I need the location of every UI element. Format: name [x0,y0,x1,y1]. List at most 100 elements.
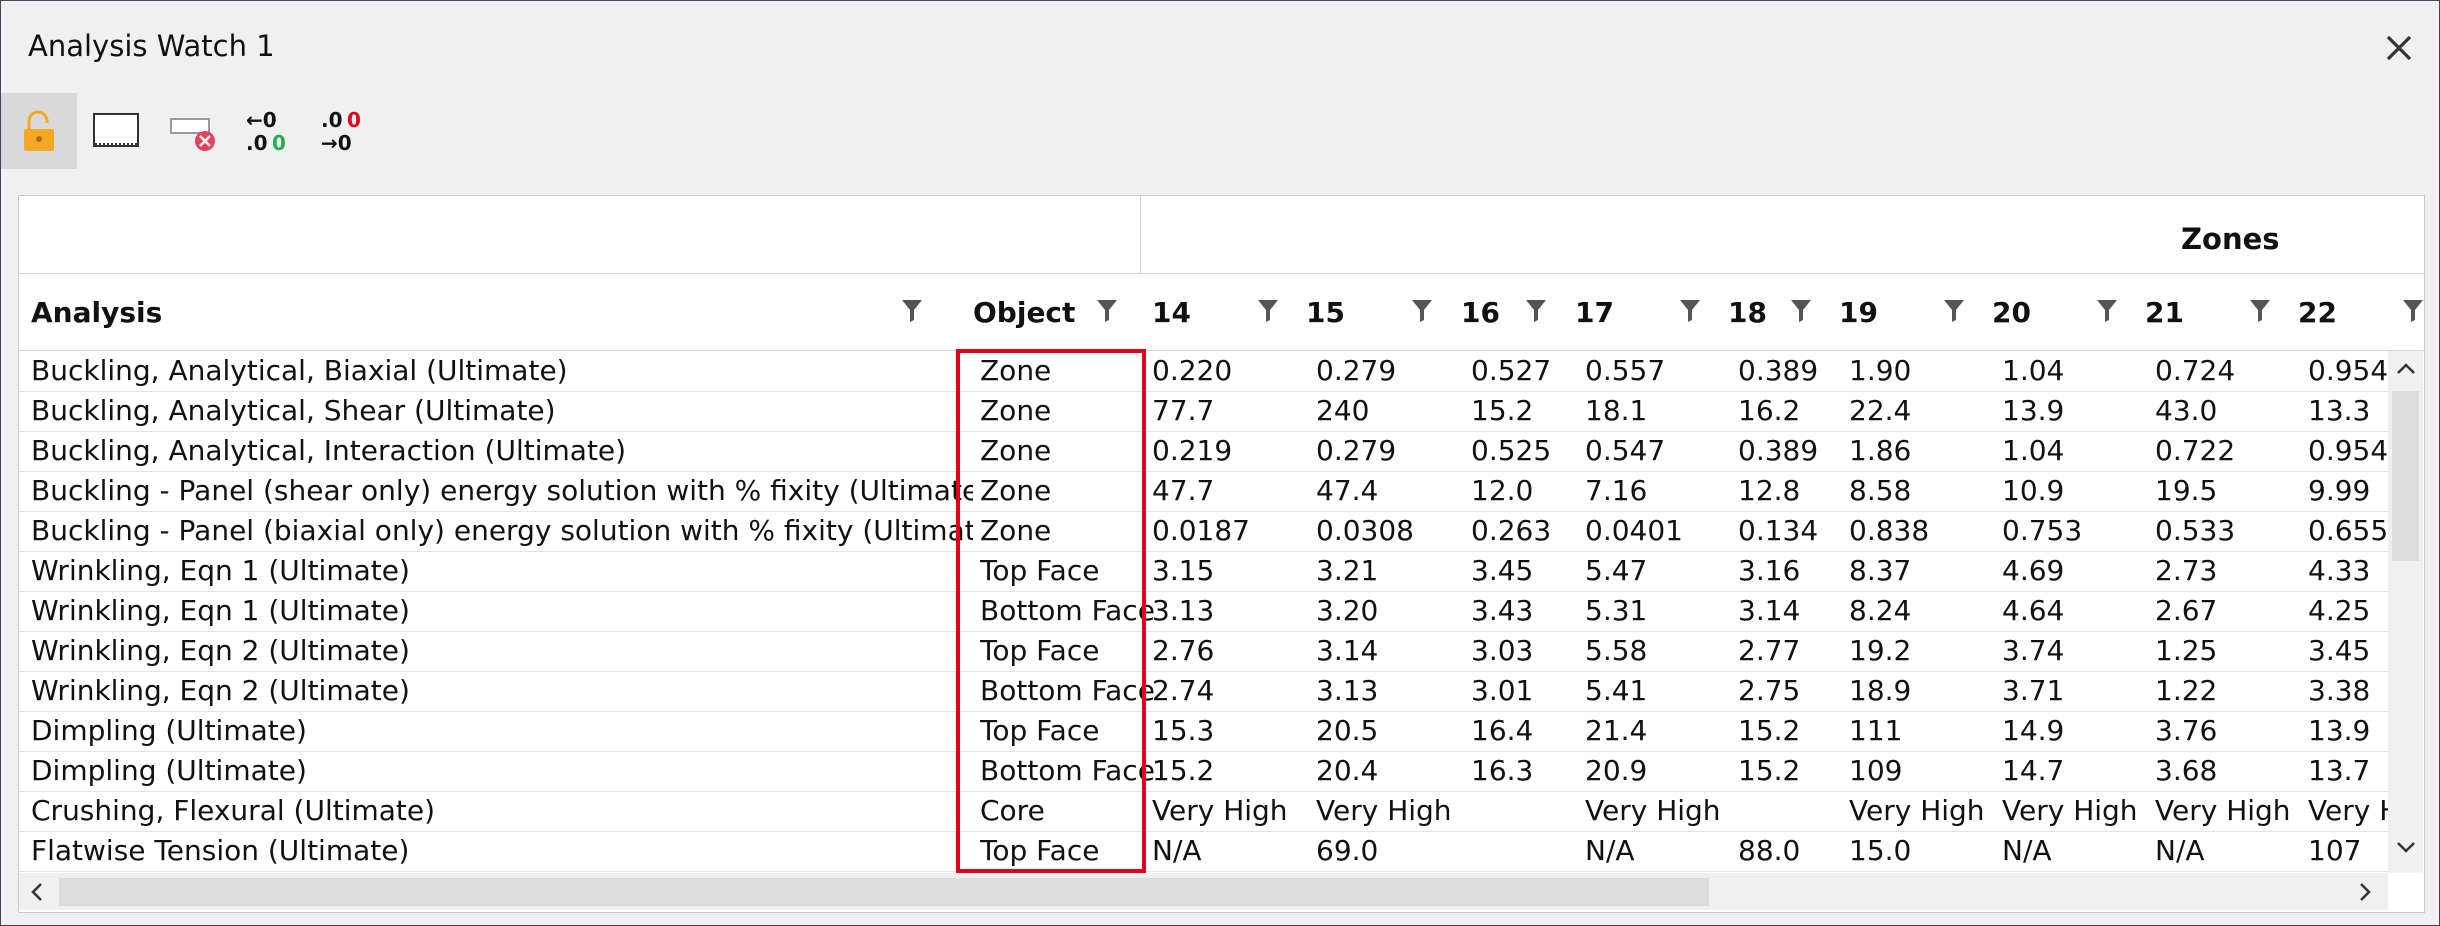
zone-value-cell: 111 [1849,714,1903,747]
table-row[interactable]: Crushing, Flexural (Ultimate) Core Very Hi… [19,791,2389,832]
zone-value-cell: 12.0 [1471,474,1534,507]
table-row[interactable]: Dimpling (Ultimate) Top Face 15.3 20.5 16.4 2… [19,711,2389,752]
filter-icon[interactable] [1790,298,1812,324]
increase-decimals-button[interactable]: .0 0 →0 [304,93,380,169]
zone-value-cell: 15.0 [1849,834,1912,867]
decrease-decimals-button[interactable]: ←0 .0 0 [229,93,305,169]
zone-value-cell: 19.2 [1849,634,1912,667]
column-header-label: 22 [2298,296,2337,329]
zone-value-cell: 0.954 [2308,354,2389,387]
horizontal-scrollbar[interactable] [19,873,2388,910]
zone-value-cell: 0.724 [2155,354,2236,387]
zone-value-cell: 14.7 [2002,754,2065,787]
zone-value-cell: 15.2 [1471,394,1534,427]
table-row[interactable]: Dimpling (Ultimate) Bottom Face 15.2 20.4 16… [19,751,2389,792]
scroll-down-icon[interactable] [2394,835,2418,859]
zone-value-cell: 2.75 [1738,674,1801,707]
filter-icon[interactable] [2096,298,2118,324]
table-row[interactable]: Buckling, Analytical, Biaxial (Ultimate)… [19,351,2389,392]
zone-value-cell: 20.9 [1585,754,1648,787]
zone-value-cell: 2.73 [2155,554,2218,587]
analysis-cell: Wrinkling, Eqn 2 (Ultimate) [31,674,410,707]
zone-value-cell: 5.47 [1585,554,1648,587]
zone-value-cell: 13.9 [2308,714,2371,747]
zone-value-cell: 1.04 [2002,354,2065,387]
zone-value-cell: 1.90 [1849,354,1912,387]
analysis-cell: Dimpling (Ultimate) [31,714,307,747]
increase-decimals-icon: .0 0 →0 [321,108,361,155]
zone-value-cell: 18.9 [1849,674,1912,707]
zone-value-cell: 3.01 [1471,674,1534,707]
zone-value-cell: 7.16 [1585,474,1648,507]
zone-value-cell: 4.64 [2002,594,2065,627]
column-header-analysis[interactable]: Analysis [19,274,961,350]
column-header-label: 14 [1152,296,1191,329]
table-row[interactable]: Flatwise Tension (Ultimate) Top Face N/A 69… [19,831,2389,872]
table-row[interactable]: Wrinkling, Eqn 1 (Ultimate) Top Face 3.15 3… [19,551,2389,592]
filter-icon[interactable] [901,298,923,324]
filter-icon[interactable] [1257,298,1279,324]
svg-text:0: 0 [272,131,286,155]
filter-icon[interactable] [2249,298,2271,324]
vertical-scrollbar[interactable] [2388,351,2423,873]
zone-value-cell: Very High [1316,794,1452,827]
filter-icon[interactable] [1679,298,1701,324]
zone-value-cell: 0.527 [1471,354,1552,387]
table-row[interactable]: Wrinkling, Eqn 2 (Ultimate) Top Face 2.76 3… [19,631,2389,672]
analysis-cell: Flatwise Tension (Ultimate) [31,834,410,867]
zone-value-cell: 3.71 [2002,674,2065,707]
zone-value-cell: 3.68 [2155,754,2218,787]
zone-value-cell: Very High [1585,794,1721,827]
analysis-cell: Wrinkling, Eqn 1 (Ultimate) [31,554,410,587]
display-button[interactable] [78,93,154,169]
close-icon [2386,35,2412,61]
toolbar: ←0 .0 0 .0 0 →0 [1,93,401,169]
zone-value-cell: 3.13 [1152,594,1215,627]
column-header-row: Analysis Object 14 15 16 17 18 19 20 21 22 [19,274,2424,351]
table-row[interactable]: Wrinkling, Eqn 2 (Ultimate) Bottom Face 2.… [19,671,2389,712]
filter-icon[interactable] [1411,298,1433,324]
table-row[interactable]: Buckling - Panel (biaxial only) energy s… [19,511,2389,552]
horizontal-scroll-thumb[interactable] [59,878,1709,906]
zone-value-cell: 13.9 [2002,394,2065,427]
scroll-right-icon[interactable] [2353,880,2377,904]
vertical-scroll-thumb[interactable] [2392,391,2419,561]
analysis-cell: Crushing, Flexural (Ultimate) [31,794,436,827]
zone-value-cell: 3.38 [2308,674,2371,707]
zone-value-cell: 2.77 [1738,634,1801,667]
filter-icon[interactable] [1525,298,1547,324]
zone-value-cell: N/A [2155,834,2205,867]
scroll-left-icon[interactable] [25,880,49,904]
scroll-up-icon[interactable] [2394,357,2418,381]
zone-value-cell: 21.4 [1585,714,1648,747]
zone-value-cell: N/A [2002,834,2052,867]
zone-value-cell: 3.74 [2002,634,2065,667]
table-row[interactable]: Buckling - Panel (shear only) energy sol… [19,471,2389,512]
zone-value-cell [1738,791,1849,831]
column-header-label: Object [973,296,1076,329]
zone-value-cell: 9.99 [2308,474,2371,507]
analysis-cell: Wrinkling, Eqn 2 (Ultimate) [31,634,410,667]
table-row[interactable]: Wrinkling, Eqn 1 (Ultimate) Bottom Face 3.… [19,591,2389,632]
zone-value-cell: 0.279 [1316,434,1397,467]
lock-button[interactable] [1,93,77,169]
zone-value-cell: 43.0 [2155,394,2218,427]
filter-icon[interactable] [1943,298,1965,324]
filter-icon[interactable] [2402,298,2424,324]
zone-value-cell: 1.25 [2155,634,2218,667]
zone-value-cell: 19.5 [2155,474,2218,507]
table-row[interactable]: Buckling, Analytical, Shear (Ultimate) Zo… [19,391,2389,432]
zone-value-cell: 3.03 [1471,634,1534,667]
zone-value-cell: 0.220 [1152,354,1233,387]
filter-icon[interactable] [1096,298,1118,324]
column-header-label: 20 [1992,296,2031,329]
zone-value-cell: Very H [2308,794,2389,827]
zone-value-cell: 5.58 [1585,634,1648,667]
table-row[interactable]: Buckling, Analytical, Interaction (Ultim… [19,431,2389,472]
zone-value-cell: 0.533 [2155,514,2236,547]
svg-text:←0: ←0 [246,108,277,132]
clear-button[interactable] [154,93,230,169]
close-button[interactable] [2376,25,2422,71]
zone-value-cell: 107 [2308,834,2362,867]
zone-value-cell: 20.5 [1316,714,1379,747]
